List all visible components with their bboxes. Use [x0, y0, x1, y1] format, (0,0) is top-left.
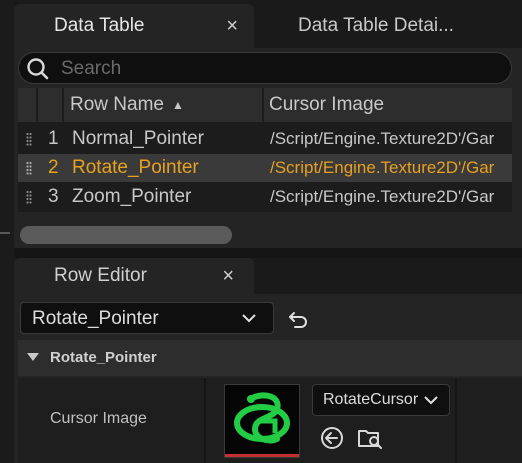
tab-label: Data Table [54, 15, 145, 36]
cursor-image-path: /Script/Engine.Texture2D'/Gar [270, 187, 495, 206]
row-name: Zoom_Pointer [72, 186, 192, 207]
search-placeholder: Search [61, 58, 122, 79]
selected-row-value: Rotate_Pointer [32, 308, 159, 329]
divider [0, 232, 10, 234]
horizontal-scrollbar[interactable] [20, 226, 232, 244]
asset-value: RotateCursor [323, 391, 419, 408]
tab-row-editor[interactable]: Row Editor × [14, 258, 254, 294]
browse-asset-icon[interactable] [356, 424, 384, 452]
grip-icon[interactable] [26, 161, 32, 175]
column-separator[interactable] [455, 378, 457, 463]
collapse-triangle-icon [27, 353, 39, 361]
use-selected-icon[interactable] [318, 424, 346, 452]
property-label: Cursor Image [50, 410, 147, 427]
search-input[interactable]: Search [18, 52, 512, 84]
grip-icon[interactable] [26, 132, 32, 146]
cursor-image-path: /Script/Engine.Texture2D'/Gar [270, 158, 495, 177]
table-row-selected[interactable]: 2 Rotate_Pointer /Script/Engine.Texture2… [18, 154, 512, 182]
column-separator[interactable] [262, 88, 264, 122]
tab-label: Row Editor [54, 265, 147, 286]
row-name: Rotate_Pointer [72, 157, 199, 178]
section-header[interactable]: Rotate_Pointer [18, 340, 522, 376]
asset-picker-dropdown[interactable]: RotateCursor [312, 384, 450, 416]
column-header-row-name[interactable]: Row Name ▲ [70, 88, 184, 122]
texture-thumbnail[interactable] [224, 384, 300, 458]
tab-data-table-details[interactable]: Data Table Detai... [282, 4, 522, 48]
thumbnail-underline [225, 454, 299, 457]
column-separator [62, 88, 64, 122]
tab-label: Data Table Detai... [298, 15, 454, 36]
section-title: Rotate_Pointer [50, 349, 157, 366]
column-separator [36, 88, 38, 122]
row-selector-dropdown[interactable]: Rotate_Pointer [20, 302, 274, 334]
chevron-down-icon [242, 314, 256, 323]
chevron-down-icon [423, 394, 439, 406]
row-index: 2 [48, 157, 59, 178]
tab-data-table[interactable]: Data Table × [14, 4, 254, 48]
top-tab-strip: Data Table × Data Table Detai... [14, 0, 522, 48]
rotate-cursor-image [234, 392, 290, 444]
table-row[interactable]: 1 Normal_Pointer /Script/Engine.Texture2… [18, 125, 512, 153]
cursor-image-path: /Script/Engine.Texture2D'/Gar [270, 129, 495, 148]
undo-icon[interactable] [286, 306, 312, 330]
row-index: 3 [48, 186, 59, 207]
column-header-label: Cursor Image [269, 94, 385, 115]
column-separator[interactable] [204, 378, 206, 463]
column-header-cursor-image[interactable]: Cursor Image [269, 88, 384, 122]
search-icon [27, 58, 49, 80]
close-icon[interactable]: × [226, 15, 238, 38]
row-index: 1 [48, 128, 59, 149]
close-icon[interactable]: × [222, 265, 234, 288]
row-name: Normal_Pointer [72, 128, 204, 149]
data-table: Row Name ▲ Cursor Image 1 Normal_Pointer… [18, 88, 512, 212]
sort-ascending-icon: ▲ [171, 98, 184, 112]
column-header-label: Row Name [70, 94, 164, 115]
table-header: Row Name ▲ Cursor Image [18, 88, 512, 122]
grip-icon[interactable] [26, 190, 32, 204]
table-row[interactable]: 3 Zoom_Pointer /Script/Engine.Texture2D'… [18, 183, 512, 211]
